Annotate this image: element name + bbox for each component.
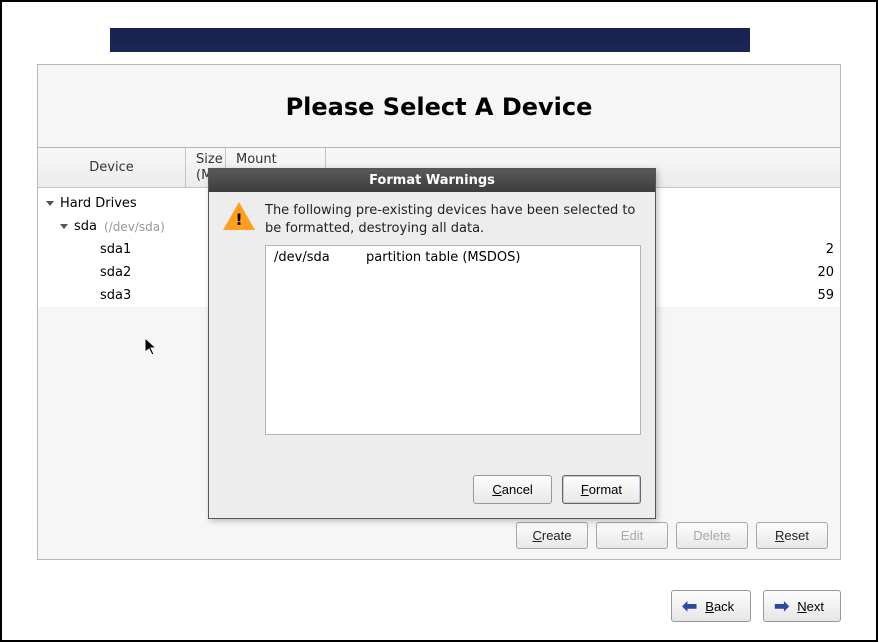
chevron-down-icon[interactable] [46,201,54,206]
nav-row: ⬅ Back ➡ Next [671,590,841,622]
action-row: Create Edit Delete Reset [516,522,828,549]
create-button[interactable]: Create [516,522,588,549]
list-item[interactable]: /dev/sda partition table (MSDOS) [274,250,632,265]
dialog-device-list[interactable]: /dev/sda partition table (MSDOS) [265,245,641,435]
page-title: Please Select A Device [38,65,840,147]
edit-button: Edit [596,522,668,549]
format-warnings-dialog: Format Warnings The following pre-existi… [208,168,656,519]
chevron-down-icon[interactable] [60,224,68,229]
format-button[interactable]: Format [562,475,641,504]
reset-button[interactable]: Reset [756,522,828,549]
warning-icon [223,202,255,234]
top-banner [110,28,750,52]
col-device[interactable]: Device [38,148,186,187]
dialog-actions: Cancel Format [223,475,641,504]
dialog-title: Format Warnings [209,169,655,192]
arrow-right-icon: ➡ [774,597,789,615]
arrow-left-icon: ⬅ [682,597,697,615]
dialog-message: The following pre-existing devices have … [265,202,641,237]
dialog-body: The following pre-existing devices have … [209,192,655,518]
next-button[interactable]: ➡ Next [763,590,841,622]
back-button[interactable]: ⬅ Back [671,590,751,622]
installer-window: Please Select A Device Device Size (M Mo… [2,2,876,640]
delete-button: Delete [676,522,748,549]
cancel-button[interactable]: Cancel [473,475,551,504]
